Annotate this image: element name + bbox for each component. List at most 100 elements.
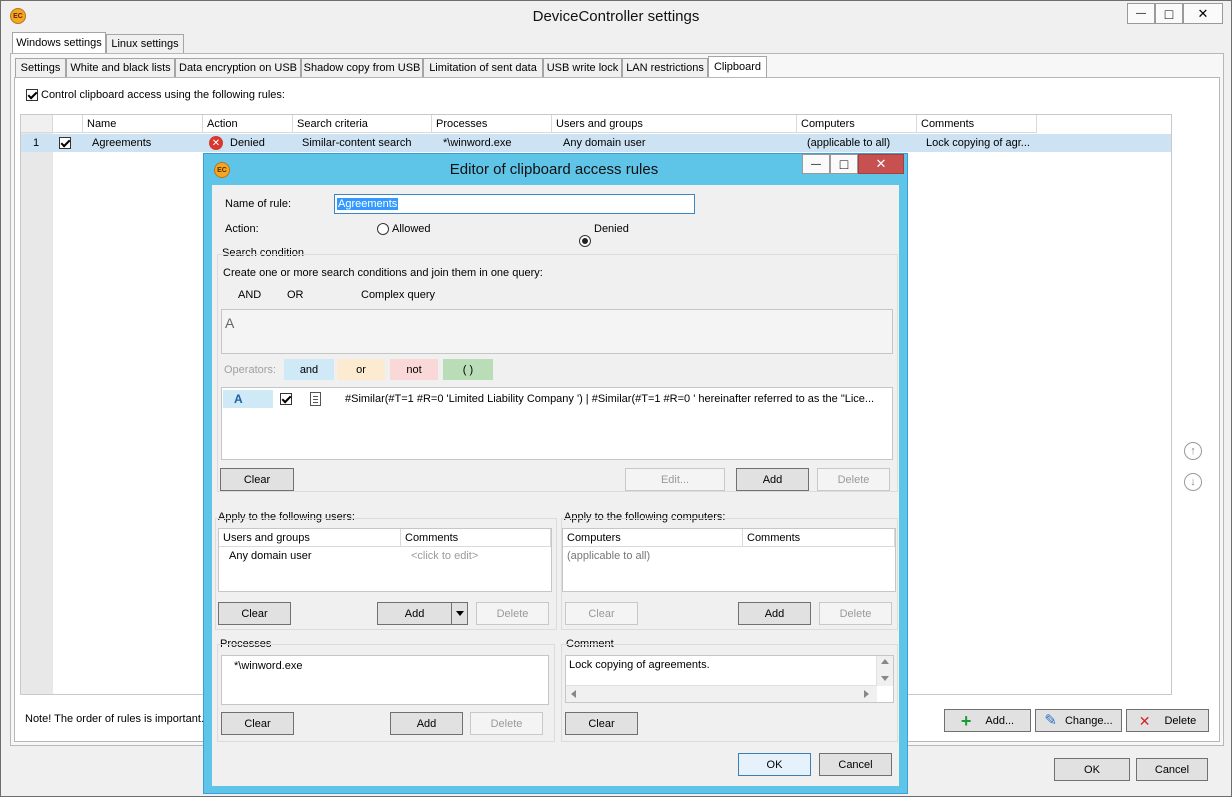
operator-paren-button[interactable]: ( ) <box>443 359 493 380</box>
tab-label: Limitation of sent data <box>429 62 537 74</box>
join-and-label: AND <box>238 289 262 301</box>
computers-column-header-name[interactable]: Computers <box>563 529 743 547</box>
tab-linux-settings[interactable]: Linux settings <box>106 34 184 53</box>
users-delete-button[interactable]: Delete <box>476 602 549 625</box>
tab-windows-settings[interactable]: Windows settings <box>12 32 106 53</box>
row-index: 1 <box>33 137 40 149</box>
rule-name-input[interactable]: Agreements <box>334 194 695 214</box>
scroll-up-arrow-icon[interactable] <box>881 659 889 664</box>
table-row[interactable]: 1 Agreements ✕ Denied Similar-content se… <box>21 134 1171 152</box>
operator-not-button[interactable]: not <box>390 359 438 380</box>
tab-clipboard[interactable]: Clipboard <box>708 56 767 77</box>
users-add-dropdown[interactable] <box>451 603 467 624</box>
operator-or-button[interactable]: or <box>337 359 385 380</box>
computers-column-header-comments[interactable]: Comments <box>743 529 895 547</box>
table-row[interactable]: Any domain user <click to edit> <box>219 548 551 564</box>
tab-label: White and black lists <box>70 62 171 74</box>
tab-data-encryption[interactable]: Data encryption on USB <box>175 58 301 77</box>
column-header-comments[interactable]: Comments <box>917 115 1037 133</box>
action-denied-label: Denied <box>594 223 629 235</box>
computer-name-cell: (applicable to all) <box>567 550 651 562</box>
tab-usb-write-lock[interactable]: USB write lock <box>543 58 622 77</box>
query-expression-box[interactable]: A <box>221 309 893 354</box>
condition-enabled-checkbox[interactable] <box>280 393 292 405</box>
table-row[interactable]: (applicable to all) <box>563 548 895 564</box>
column-header-action[interactable]: Action <box>203 115 293 133</box>
comment-vertical-scrollbar[interactable] <box>876 656 893 686</box>
users-add-button[interactable]: Add <box>377 602 468 625</box>
dialog-ok-button[interactable]: OK <box>738 753 811 776</box>
maximize-button[interactable]: □ <box>1155 3 1183 24</box>
dialog-minimize-button[interactable]: — <box>802 154 830 174</box>
condition-letter: A <box>223 390 273 408</box>
processes-delete-button[interactable]: Delete <box>470 712 543 735</box>
computers-delete-button[interactable]: Delete <box>819 602 892 625</box>
move-up-icon[interactable]: ↑ <box>1184 442 1202 460</box>
close-icon: ✕ <box>1197 5 1209 21</box>
column-header-search-criteria[interactable]: Search criteria <box>293 115 432 133</box>
processes-clear-button[interactable]: Clear <box>221 712 294 735</box>
dialog-maximize-button[interactable]: □ <box>830 154 858 174</box>
column-header-computers[interactable]: Computers <box>797 115 917 133</box>
row-index-gutter <box>21 115 53 694</box>
users-column-header-name[interactable]: Users and groups <box>219 529 401 547</box>
processes-add-button[interactable]: Add <box>390 712 463 735</box>
comment-textarea[interactable]: Lock copying of agreements. <box>565 655 894 703</box>
operator-and-button[interactable]: and <box>284 359 334 380</box>
tab-white-black-lists[interactable]: White and black lists <box>66 58 175 77</box>
dialog-client: Name of rule: Agreements Action: Allowed… <box>212 185 899 786</box>
close-button[interactable]: ✕ <box>1183 3 1223 24</box>
scroll-down-arrow-icon[interactable] <box>881 676 889 681</box>
comment-clear-button[interactable]: Clear <box>565 712 638 735</box>
computers-clear-button[interactable]: Clear <box>565 602 638 625</box>
search-condition-hint: Create one or more search conditions and… <box>223 267 543 279</box>
minimize-button[interactable]: — <box>1127 3 1155 24</box>
move-down-icon[interactable]: ↓ <box>1184 473 1202 491</box>
maximize-icon: □ <box>1164 5 1174 22</box>
column-header-index <box>21 115 53 133</box>
rule-enabled-checkbox[interactable] <box>59 137 71 149</box>
column-header-processes[interactable]: Processes <box>432 115 552 133</box>
delete-rule-button[interactable]: ✕ Delete <box>1126 709 1209 732</box>
tab-label: Clipboard <box>713 61 762 73</box>
conditions-edit-button[interactable]: Edit... <box>625 468 725 491</box>
computers-add-button[interactable]: Add <box>738 602 811 625</box>
control-clipboard-checkbox[interactable] <box>26 89 38 101</box>
column-header-checkbox <box>53 115 83 133</box>
user-comment-cell[interactable]: <click to edit> <box>407 548 478 564</box>
scroll-left-arrow-icon[interactable] <box>571 690 576 698</box>
tab-shadow-copy[interactable]: Shadow copy from USB <box>301 58 423 77</box>
tab-limitation-sent-data[interactable]: Limitation of sent data <box>423 58 543 77</box>
user-name-cell: Any domain user <box>229 550 312 562</box>
users-clear-button[interactable]: Clear <box>218 602 291 625</box>
tab-settings[interactable]: Settings <box>15 58 66 77</box>
list-item[interactable]: A #Similar(#T=1 #R=0 'Limited Liability … <box>222 390 892 408</box>
join-or-label: OR <box>287 289 304 301</box>
tab-label: Data encryption on USB <box>179 62 298 74</box>
change-rule-button[interactable]: ✎ Change... <box>1035 709 1122 732</box>
comment-horizontal-scrollbar[interactable] <box>566 685 877 702</box>
scroll-right-arrow-icon[interactable] <box>864 690 869 698</box>
conditions-add-button[interactable]: Add <box>736 468 809 491</box>
main-cancel-button[interactable]: Cancel <box>1136 758 1208 781</box>
maximize-icon: □ <box>839 156 849 172</box>
pencil-icon: ✎ <box>1044 712 1057 729</box>
processes-list: *\winword.exe <box>221 655 549 705</box>
dialog-close-button[interactable]: ✕ <box>858 154 904 174</box>
conditions-delete-button[interactable]: Delete <box>817 468 890 491</box>
add-rule-button[interactable]: + Add... <box>944 709 1031 732</box>
list-item[interactable]: *\winword.exe <box>230 658 302 674</box>
column-header-name[interactable]: Name <box>83 115 203 133</box>
users-column-header-comments[interactable]: Comments <box>401 529 551 547</box>
rule-computers-cell: (applicable to all) <box>807 137 891 149</box>
close-icon: ✕ <box>875 156 887 171</box>
tab-lan-restrictions[interactable]: LAN restrictions <box>622 58 708 77</box>
column-header-users[interactable]: Users and groups <box>552 115 797 133</box>
users-list: Users and groups Comments Any domain use… <box>218 528 552 592</box>
action-allowed-radio[interactable] <box>377 223 389 235</box>
conditions-clear-button[interactable]: Clear <box>220 468 294 491</box>
action-denied-radio[interactable] <box>579 235 591 247</box>
main-ok-button[interactable]: OK <box>1054 758 1130 781</box>
tab-label: LAN restrictions <box>626 62 704 74</box>
dialog-cancel-button[interactable]: Cancel <box>819 753 892 776</box>
